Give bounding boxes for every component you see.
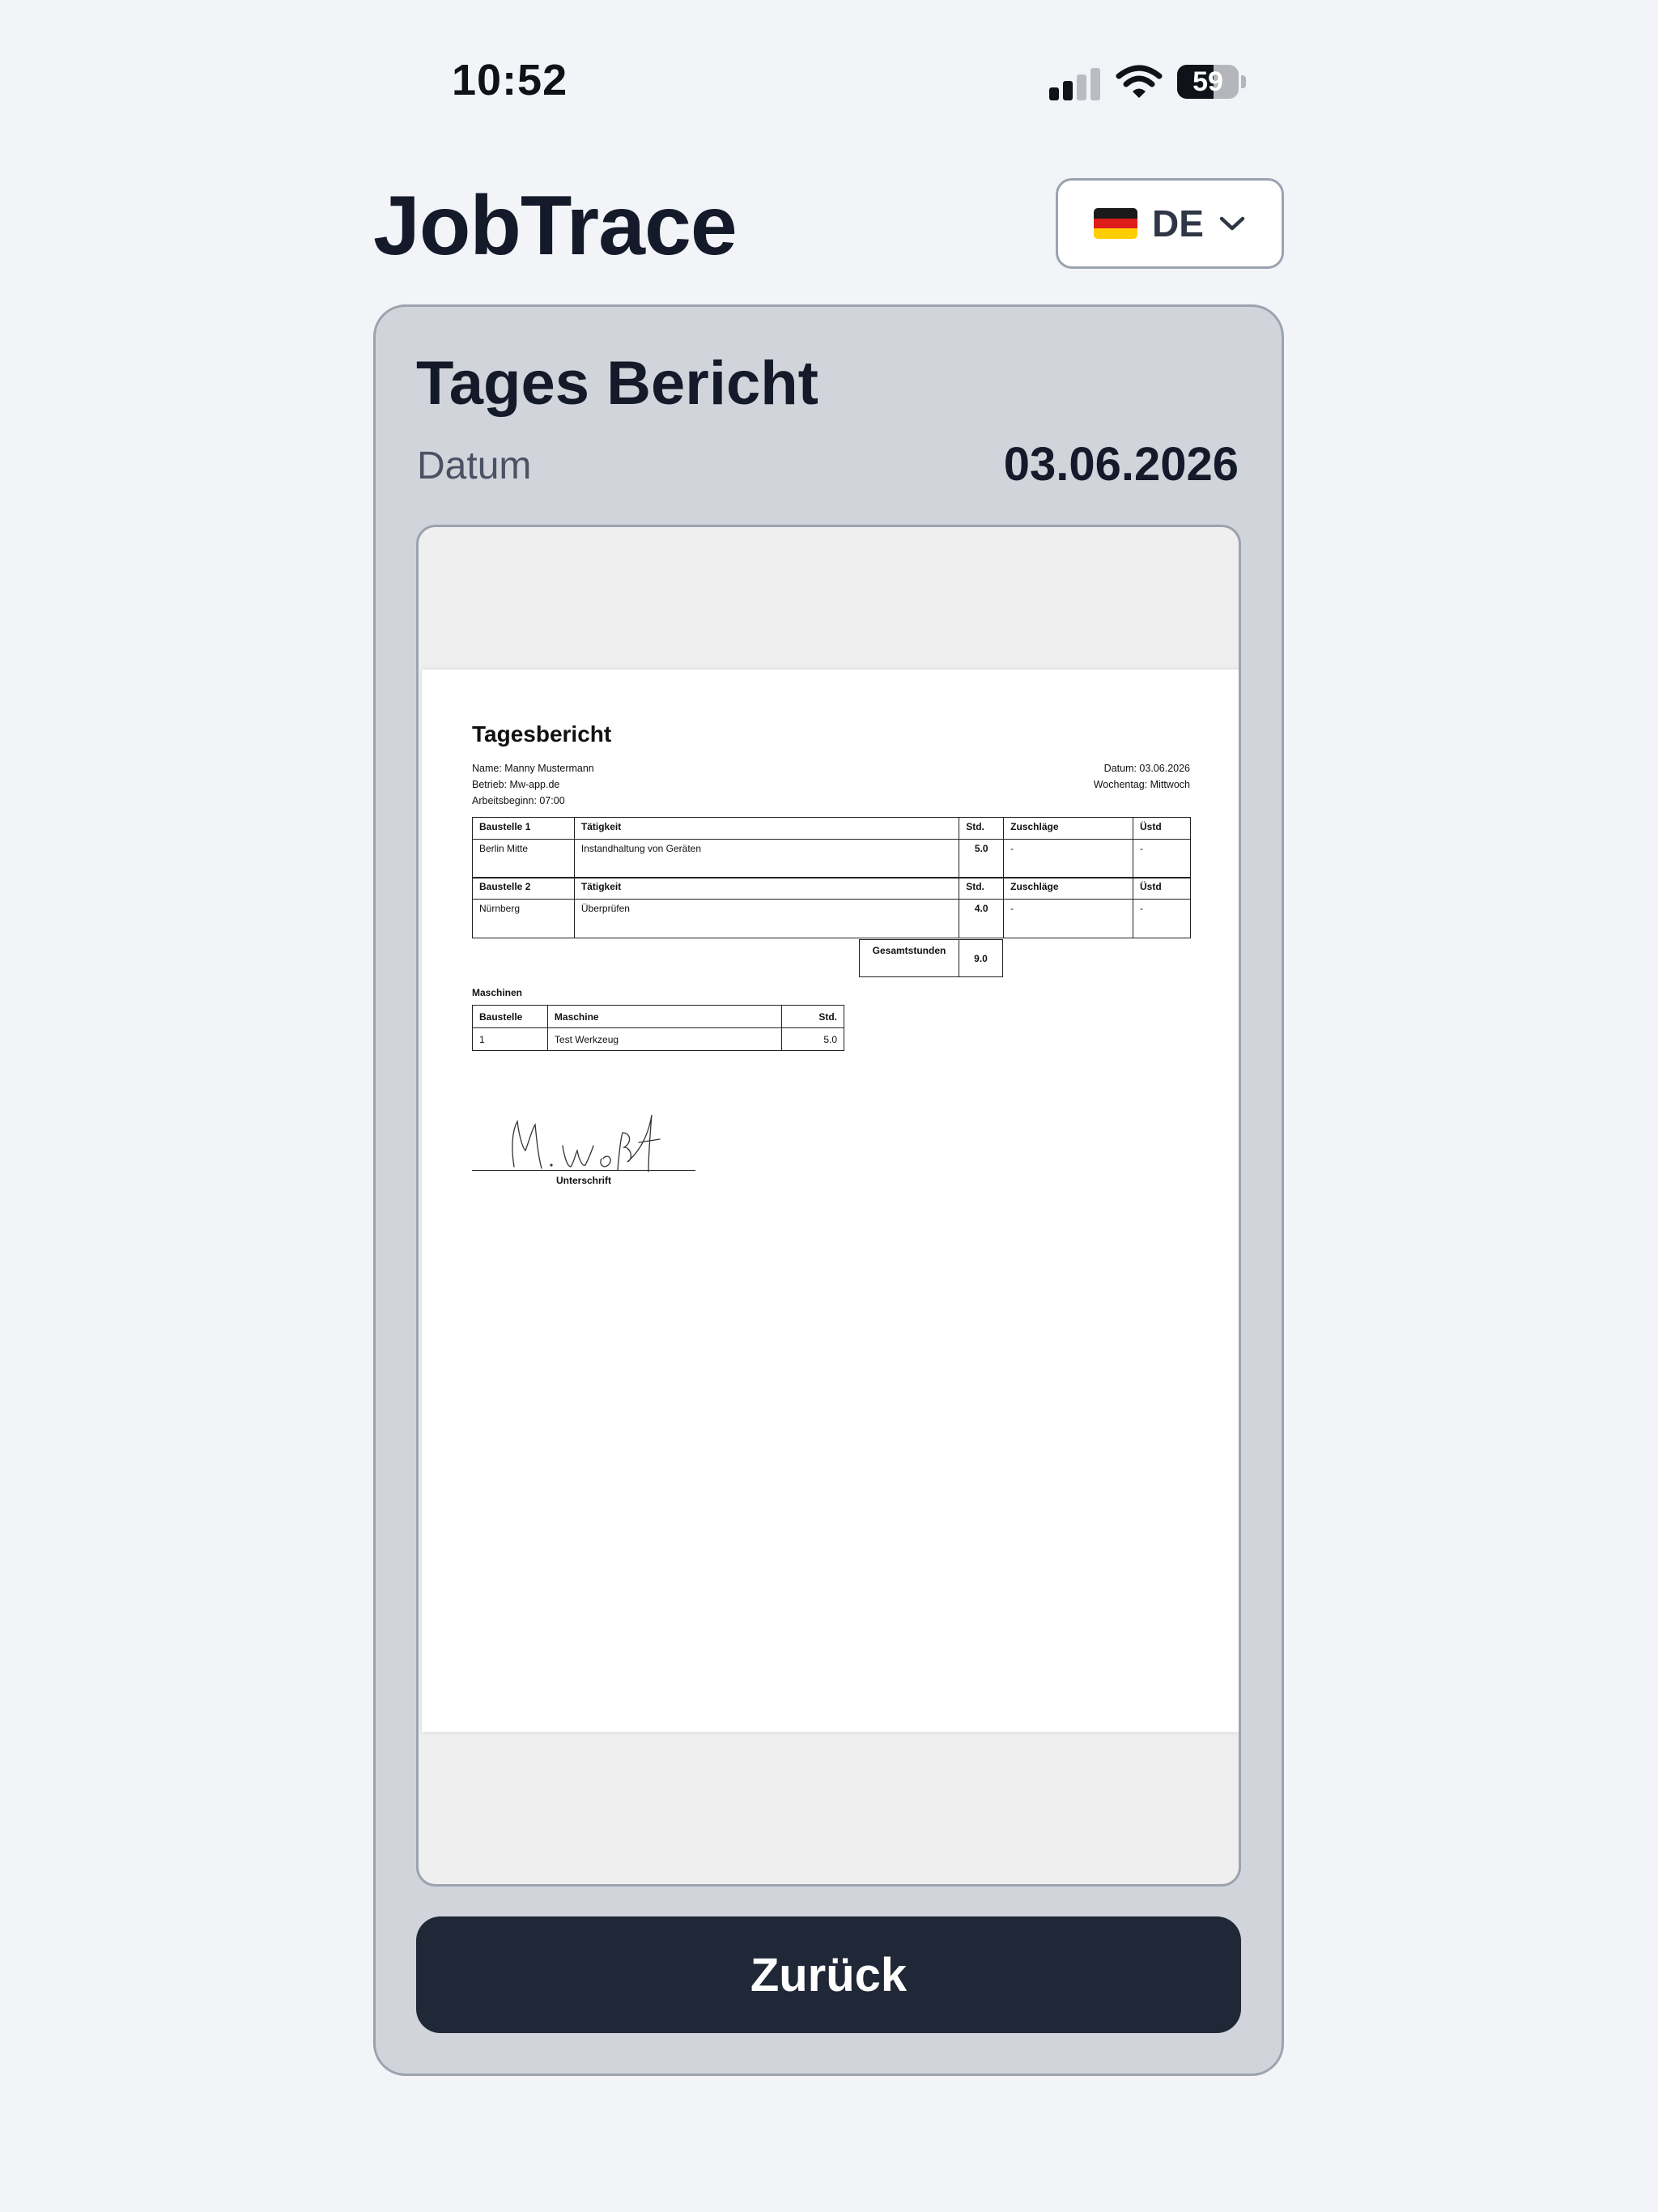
back-button[interactable]: Zurück [416,1916,1241,2033]
signature-line [472,1170,695,1171]
info-name: Name: Manny Mustermann [472,763,594,774]
site-header: Baustelle 1 [472,817,575,840]
table-row: Nürnberg Überprüfen 4.0 - - [472,899,1191,938]
pdf-viewer[interactable]: Tagesbericht Name: Manny Mustermann Betr… [416,525,1241,1887]
surcharges-header: Zuschläge [1003,877,1134,900]
hours-cell: 5.0 [959,839,1005,878]
table-row: Berlin Mitte Instandhaltung von Geräten … [472,839,1191,878]
document-info-left: Name: Manny Mustermann Betrieb: Mw-app.d… [472,760,594,809]
overtime-cell: - [1133,899,1191,938]
site-cell: Berlin Mitte [472,839,575,878]
machine-site-cell: 1 [472,1027,548,1051]
info-weekday: Wochentag: Mittwoch [1093,779,1190,790]
activity-cell: Überprüfen [573,899,960,938]
table-row: 1 Test Werkzeug 5.0 [472,1027,844,1051]
document-title: Tagesbericht [472,721,612,747]
machine-hours-cell: 5.0 [781,1027,844,1051]
date-value: 03.06.2026 [1003,438,1239,491]
hours-cell: 4.0 [959,899,1005,938]
machines-table: Baustelle Maschine Std. 1 Test Werkzeug … [472,1005,844,1051]
battery-tip [1241,75,1246,88]
site-2-table: Baustelle 2 Tätigkeit Std. Zuschläge Üst… [472,877,1191,938]
status-time: 10:52 [452,56,568,104]
germany-flag-icon [1094,208,1138,239]
signature-label: Unterschrift [555,1175,611,1186]
wifi-icon [1116,65,1163,98]
info-start-time: Arbeitsbeginn: 07:00 [472,795,565,806]
app-title: JobTrace [373,179,738,273]
battery-icon: 59 [1177,65,1239,99]
overtime-header: Üstd [1133,877,1191,900]
activity-header: Tätigkeit [573,877,960,900]
overtime-cell: - [1133,839,1191,878]
total-hours-label: Gesamtstunden [859,939,959,977]
total-hours-value: 9.0 [959,939,1003,977]
info-date: Datum: 03.06.2026 [1103,763,1190,774]
language-code: DE [1152,202,1204,245]
info-company: Betrieb: Mw-app.de [472,779,560,790]
machine-hours-header: Std. [781,1005,844,1028]
chevron-down-icon [1219,216,1245,231]
date-label: Datum [417,445,532,487]
activity-header: Tätigkeit [573,817,960,840]
site-header: Baustelle 2 [472,877,575,900]
signature-image [512,1114,661,1172]
surcharges-cell: - [1003,839,1134,878]
pdf-page: Tagesbericht Name: Manny Mustermann Betr… [422,670,1239,1732]
report-title: Tages Bericht [416,349,818,418]
hours-header: Std. [959,877,1005,900]
total-hours-table: Gesamtstunden 9.0 [859,939,1003,977]
site-1-table: Baustelle 1 Tätigkeit Std. Zuschläge Üst… [472,817,1191,878]
overtime-header: Üstd [1133,817,1191,840]
document-info-right: Datum: 03.06.2026 Wochentag: Mittwoch [1094,760,1190,793]
site-cell: Nürnberg [472,899,575,938]
machines-title: Maschinen [472,987,523,998]
machine-header: Maschine [546,1005,783,1028]
battery-percent: 59 [1192,66,1223,97]
machine-site-header: Baustelle [472,1005,548,1028]
activity-cell: Instandhaltung von Geräten [573,839,960,878]
machine-cell: Test Werkzeug [546,1027,783,1051]
hours-header: Std. [959,817,1005,840]
surcharges-cell: - [1003,899,1134,938]
surcharges-header: Zuschläge [1003,817,1134,840]
cellular-signal-icon [1049,66,1100,100]
language-select[interactable]: DE [1056,178,1284,269]
